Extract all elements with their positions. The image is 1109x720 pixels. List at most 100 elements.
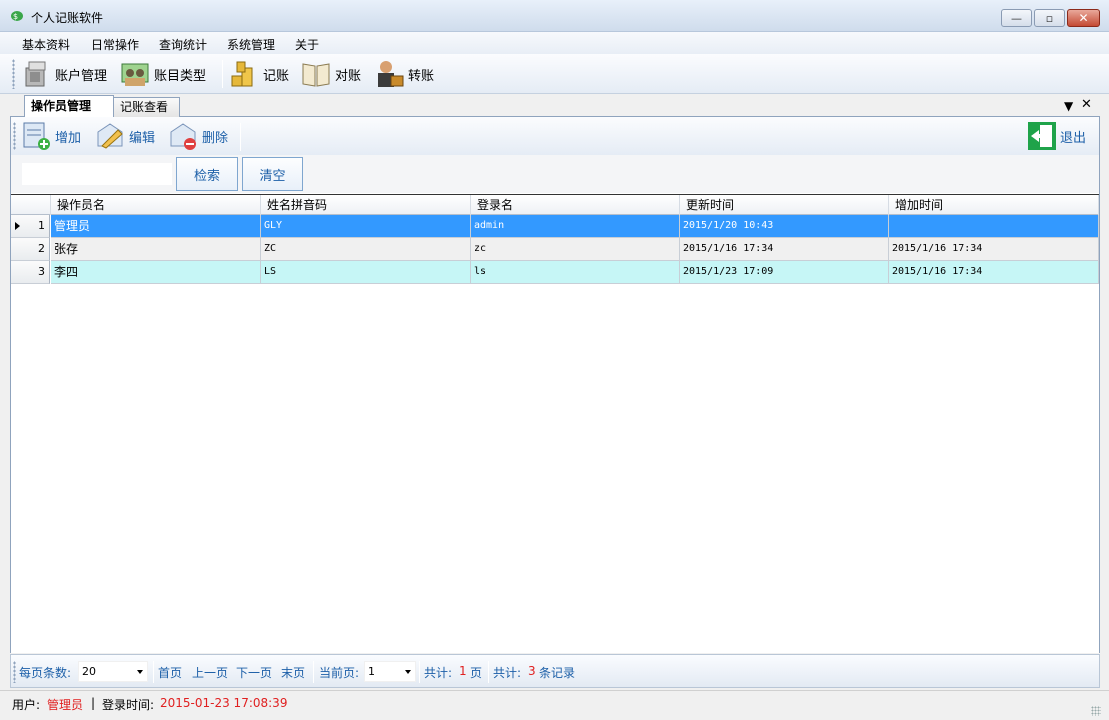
app-icon: $ [11, 11, 23, 21]
close-button[interactable]: ✕ [1067, 9, 1100, 27]
menu-bar: 基本资料 日常操作 查询统计 系统管理 关于 [0, 32, 1109, 54]
book-icon [302, 63, 330, 87]
account-icon [25, 61, 46, 87]
column-header-updated-time[interactable]: 更新时间 [680, 195, 889, 215]
reconcile-button[interactable]: 对账 [300, 56, 361, 92]
toolbar-grip[interactable] [13, 661, 16, 683]
row-header[interactable]: 3 [11, 261, 50, 284]
cell-operator-name[interactable]: 管理员 [51, 215, 261, 238]
menu-basic-data[interactable]: 基本资料 [22, 36, 70, 53]
cell-pinyin-code[interactable]: GLY [261, 215, 471, 238]
edit-label: 编辑 [129, 130, 156, 146]
close-icon: ✕ [1078, 11, 1089, 25]
minimize-button[interactable]: — [1001, 9, 1032, 27]
category-type-button[interactable]: 账目类型 [119, 56, 206, 92]
column-header-operator-name[interactable]: 操作员名 [51, 195, 261, 215]
total-records-value: 3 [528, 664, 536, 678]
cell-operator-name[interactable]: 李四 [51, 261, 261, 284]
add-button[interactable]: 增加 [22, 120, 81, 152]
table-row[interactable]: 1 管理员 GLY admin 2015/1/20 10:43 [11, 215, 1099, 238]
header-corner [11, 195, 51, 215]
column-header-pinyin-code[interactable]: 姓名拼音码 [261, 195, 471, 215]
row-number: 1 [38, 219, 45, 232]
row-header[interactable]: 2 [11, 238, 50, 261]
toolbar-grip[interactable] [13, 122, 16, 150]
page-size-select[interactable]: 20 [78, 661, 148, 682]
next-page-link[interactable]: 下一页 [236, 664, 272, 681]
operator-grid[interactable]: 操作员名 姓名拼音码 登录名 更新时间 增加时间 1 管理员 GLY admin… [11, 194, 1099, 653]
add-icon [23, 122, 50, 150]
category-icon [121, 63, 149, 86]
action-toolbar: 增加 编辑 删除 退出 [11, 117, 1099, 155]
cell-pinyin-code[interactable]: ZC [261, 238, 471, 261]
login-time: 2015-01-23 17:08:39 [160, 696, 288, 710]
clear-button[interactable]: 清空 [242, 157, 303, 191]
tab-label: 记账查看 [120, 100, 169, 114]
tab-strip: 操作员管理 记账查看 ▼ ✕ [10, 95, 1100, 117]
tab-list-dropdown-icon[interactable]: ▼ [1064, 99, 1073, 113]
delete-icon [170, 123, 196, 150]
cell-login-name[interactable]: admin [471, 215, 680, 238]
tab-operator-management[interactable]: 操作员管理 [24, 95, 114, 117]
search-button[interactable]: 检索 [176, 157, 238, 191]
tab-label: 操作员管理 [31, 99, 92, 113]
cell-updated-time[interactable]: 2015/1/20 10:43 [680, 215, 889, 238]
title-bar: $ 个人记账软件 — ▫ ✕ [0, 0, 1109, 32]
delete-button[interactable]: 删除 [167, 120, 228, 152]
status-bar: 用户: 管理员 | 登录时间: 2015-01-23 17:08:39 [0, 690, 1109, 720]
pager-separator [313, 661, 314, 683]
transfer-button[interactable]: 转账 [373, 56, 434, 92]
menu-about[interactable]: 关于 [295, 36, 319, 53]
cell-added-time[interactable] [889, 215, 1099, 238]
current-page-label: 当前页: [319, 666, 360, 680]
menu-system-management[interactable]: 系统管理 [227, 36, 275, 53]
pager-separator [419, 661, 420, 683]
coins-icon [231, 61, 253, 87]
menu-query-statistics[interactable]: 查询统计 [159, 36, 207, 53]
main-toolbar: 账户管理 账目类型 记账 对账 转账 [0, 54, 1109, 94]
resize-grip-icon[interactable] [1091, 706, 1101, 716]
exit-button[interactable]: 退出 [1027, 120, 1086, 152]
delete-label: 删除 [202, 130, 229, 146]
prev-page-link[interactable]: 上一页 [192, 664, 228, 681]
total-records-label: 共计: [493, 666, 522, 680]
clear-button-label: 清空 [259, 168, 286, 184]
cell-added-time[interactable]: 2015/1/16 17:34 [889, 238, 1099, 261]
row-header[interactable]: 1 [11, 215, 50, 238]
exit-icon [1028, 122, 1056, 150]
column-header-login-name[interactable]: 登录名 [471, 195, 680, 215]
last-page-link[interactable]: 末页 [281, 664, 305, 681]
search-row: 检索 清空 [11, 155, 1099, 193]
pager-separator [488, 661, 489, 683]
current-user: 管理员 [47, 698, 84, 712]
pagination-bar: 每页条数: 20 首页 上一页 下一页 末页 当前页: 1 共计: 1 页 共计… [10, 654, 1100, 688]
account-management-button[interactable]: 账户管理 [20, 56, 107, 92]
cell-updated-time[interactable]: 2015/1/23 17:09 [680, 261, 889, 284]
category-type-label: 账目类型 [154, 68, 207, 84]
column-header-added-time[interactable]: 增加时间 [889, 195, 1099, 215]
menu-daily-operations[interactable]: 日常操作 [91, 36, 139, 53]
table-row[interactable]: 2 张存 ZC zc 2015/1/16 17:34 2015/1/16 17:… [11, 238, 1099, 261]
login-time-label: 登录时间: [102, 698, 155, 712]
cell-login-name[interactable]: zc [471, 238, 680, 261]
cell-pinyin-code[interactable]: LS [261, 261, 471, 284]
cell-operator-name[interactable]: 张存 [51, 238, 261, 261]
toolbar-grip[interactable] [12, 59, 15, 89]
tab-close-icon[interactable]: ✕ [1081, 97, 1092, 112]
bookkeeping-button[interactable]: 记账 [228, 56, 289, 92]
edit-button[interactable]: 编辑 [94, 120, 155, 152]
svg-text:$: $ [13, 12, 18, 21]
cell-updated-time[interactable]: 2015/1/16 17:34 [680, 238, 889, 261]
first-page-link[interactable]: 首页 [158, 664, 182, 681]
search-input[interactable] [22, 163, 172, 185]
grid-header: 操作员名 姓名拼音码 登录名 更新时间 增加时间 [11, 195, 1099, 215]
table-row[interactable]: 3 李四 LS ls 2015/1/23 17:09 2015/1/16 17:… [11, 261, 1099, 284]
window-title: 个人记账软件 [31, 11, 104, 25]
current-page-select[interactable]: 1 [364, 661, 416, 682]
tab-bookkeeping-view[interactable]: 记账查看 [113, 97, 180, 117]
toolbar-separator [240, 123, 241, 151]
status-separator: | [91, 696, 96, 710]
maximize-button[interactable]: ▫ [1034, 9, 1065, 27]
cell-login-name[interactable]: ls [471, 261, 680, 284]
cell-added-time[interactable]: 2015/1/16 17:34 [889, 261, 1099, 284]
